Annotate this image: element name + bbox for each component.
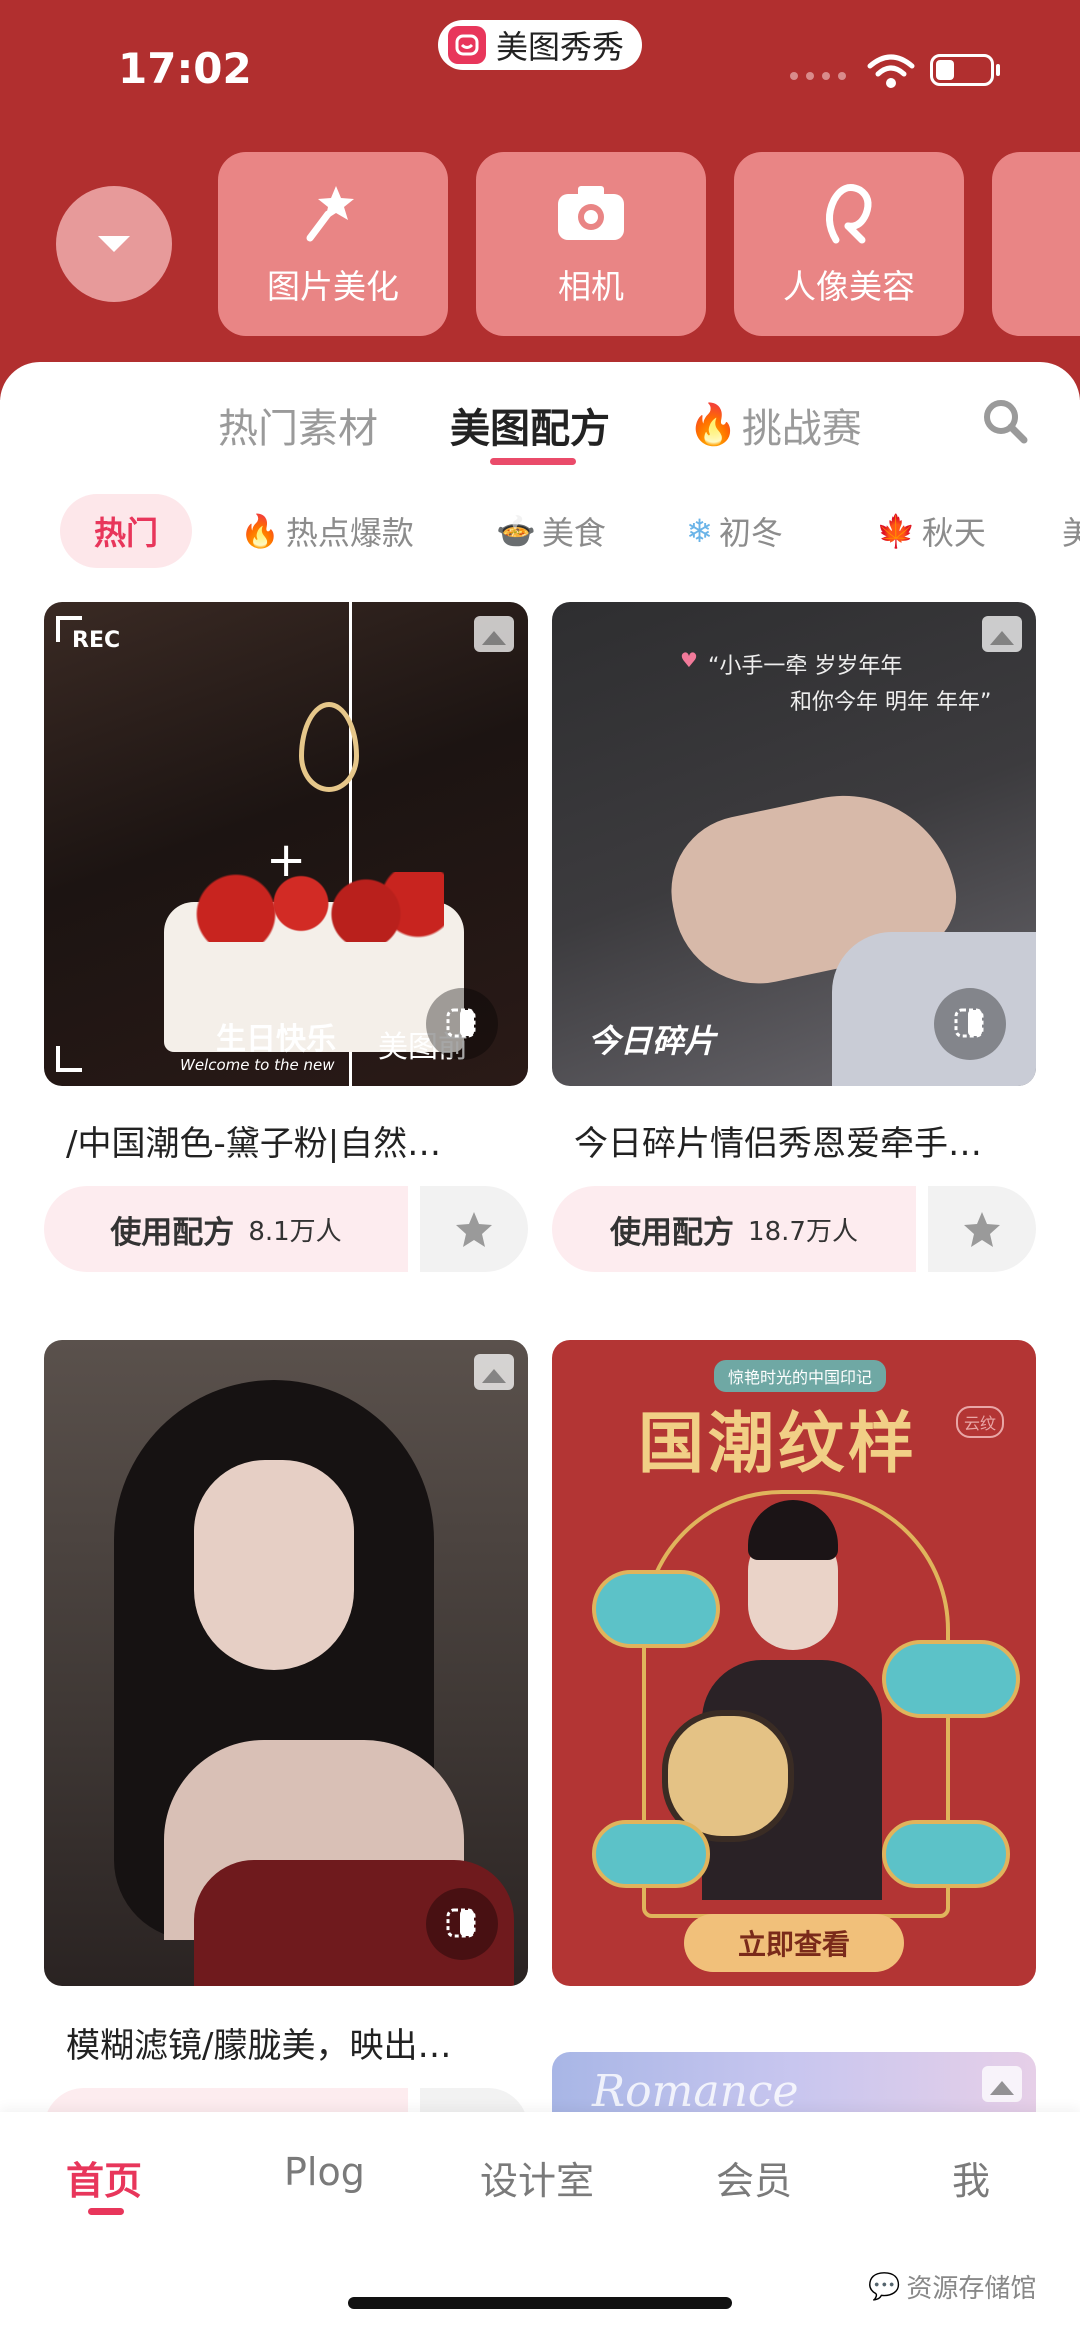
sweater-shape: [832, 932, 1036, 1086]
content-tabs: 热门素材 美图配方 🔥 挑战赛: [0, 396, 1080, 456]
chip-hot[interactable]: 热门: [60, 494, 193, 568]
star-icon: [964, 1212, 1000, 1247]
usage-count: 8.1万人: [248, 1216, 342, 1247]
card-image-birthday[interactable]: + REC 生日快乐 Welcome to the new 美图前: [44, 602, 528, 1086]
cloud-icon: [592, 1820, 710, 1888]
compare-icon[interactable]: [426, 988, 498, 1060]
fire-icon: 🔥: [688, 402, 738, 448]
quick-action-beautify[interactable]: 图片美化: [218, 152, 448, 336]
bowl-icon: 🍲: [496, 512, 536, 550]
frame-corner: [56, 1046, 82, 1072]
compare-icon[interactable]: [934, 988, 1006, 1060]
image-icon: [982, 2066, 1022, 2102]
nav-active-indicator: [88, 2208, 124, 2215]
camera-icon: [476, 180, 706, 246]
plus-icon: +: [266, 832, 307, 888]
fire-icon: 🔥: [240, 512, 280, 550]
portrait-icon: [734, 180, 964, 246]
use-recipe-label: 使用配方: [110, 1214, 235, 1251]
quick-action-more[interactable]: [992, 152, 1080, 336]
use-recipe-label: 使用配方: [610, 1214, 735, 1251]
favorite-button[interactable]: [928, 1186, 1036, 1272]
romance-script: Romance: [592, 2066, 799, 2117]
chip-label: 美食: [541, 514, 606, 552]
image-icon: [474, 1354, 514, 1390]
ad-view-button[interactable]: 立即查看: [684, 1914, 904, 1972]
nav-plog[interactable]: Plog: [284, 2150, 365, 2194]
chip-autumn[interactable]: 🍁 秋天: [876, 494, 986, 568]
use-recipe-button[interactable]: 使用配方 8.1万人: [44, 1186, 408, 1272]
watermark: 💬 资源存储馆: [868, 2268, 1036, 2305]
ad-headline: 国潮纹样: [638, 1404, 918, 1482]
quick-action-camera[interactable]: 相机: [476, 152, 706, 336]
use-recipe-button[interactable]: 使用配方 18.7万人: [552, 1186, 916, 1272]
tab-challenge-label: 挑战赛: [741, 406, 862, 452]
expand-menu-button[interactable]: [56, 186, 172, 302]
tab-challenge[interactable]: 🔥 挑战赛: [688, 396, 862, 454]
status-time: 17:02: [118, 44, 252, 93]
overlay-quote-1: “小手一牵 岁岁年年: [708, 654, 903, 679]
nav-vip[interactable]: 会员: [716, 2150, 792, 2205]
card-title[interactable]: 模糊滤镜/朦胧美，映出…: [66, 2018, 506, 2067]
quick-action-label: 人像美容: [783, 267, 915, 306]
card-title[interactable]: /中国潮色-黛子粉|自然…: [66, 1116, 506, 1165]
app-switch-pill[interactable]: 美图秀秀: [438, 20, 643, 70]
overlay-subcaption: Welcome to the new: [180, 1056, 335, 1074]
nav-me[interactable]: 我: [952, 2150, 990, 2205]
meitu-logo-icon: [448, 26, 486, 64]
heart-icon: ♥: [680, 648, 698, 672]
chip-label: 热点爆款: [285, 514, 414, 552]
strawberries: [184, 872, 444, 942]
overlay-caption: 今日碎片: [588, 1022, 717, 1060]
wifi-icon: [866, 52, 916, 94]
app-name: 美图秀秀: [496, 28, 625, 66]
signal-icon: [790, 72, 846, 80]
favorite-button[interactable]: [420, 1186, 528, 1272]
chip-label: 秋天: [921, 514, 986, 552]
card-image-hands[interactable]: “小手一牵 岁岁年年 和你今年 明年 年年” ♥ 今日碎片: [552, 602, 1036, 1086]
star-icon: [456, 1212, 492, 1247]
maple-leaf-icon: 🍁: [876, 512, 916, 550]
home-indicator[interactable]: [348, 2297, 732, 2309]
frame-corner: [56, 616, 82, 642]
cloud-icon: [882, 1640, 1020, 1718]
card-ad-guochao[interactable]: 惊艳时光的中国印记 国潮纹样 云纹 立即查看: [552, 1340, 1036, 1986]
overlay-quote-2: 和你今年 明年 年年”: [790, 690, 992, 715]
chip-food[interactable]: 🍲 美食: [496, 494, 606, 568]
chip-early-winter[interactable]: ❄ 初冬: [686, 494, 783, 568]
quick-action-portrait[interactable]: 人像美容: [734, 152, 964, 336]
image-icon: [474, 616, 514, 652]
quick-action-label: 图片美化: [267, 267, 399, 306]
compare-icon[interactable]: [426, 1888, 498, 1960]
active-tab-indicator: [490, 458, 576, 465]
card-title[interactable]: 今日碎片情侣秀恩爱牵手…: [574, 1116, 1014, 1165]
magic-wand-icon: [218, 180, 448, 246]
chip-more[interactable]: 美: [1062, 494, 1080, 568]
face-shape: [194, 1460, 354, 1670]
quick-action-label: 相机: [558, 267, 624, 306]
tab-hot-materials[interactable]: 热门素材: [218, 396, 378, 454]
ad-top-ribbon: 惊艳时光的中国印记: [714, 1360, 887, 1392]
chip-trending[interactable]: 🔥 热点爆款: [240, 494, 414, 568]
battery-icon: [930, 54, 994, 86]
nav-design-room[interactable]: 设计室: [480, 2150, 594, 2205]
battery-tip: [996, 64, 1000, 76]
tab-meitu-recipe[interactable]: 美图配方: [450, 396, 610, 454]
chevron-down-icon: [98, 236, 130, 252]
ad-side-tag: 云纹: [956, 1406, 1005, 1438]
image-icon: [982, 616, 1022, 652]
cloud-icon: [882, 1820, 1010, 1888]
cloud-icon: [592, 1570, 720, 1648]
search-icon[interactable]: [980, 396, 1030, 450]
snowflake-icon: ❄: [686, 512, 713, 550]
watermark-text: 资源存储馆: [906, 2274, 1037, 2304]
nav-home[interactable]: 首页: [66, 2150, 142, 2205]
usage-count: 18.7万人: [748, 1216, 858, 1247]
overlay-caption: 生日快乐: [216, 1022, 336, 1057]
chip-label: 初冬: [718, 514, 783, 552]
card-image-portrait[interactable]: [44, 1340, 528, 1986]
wechat-icon: 💬: [868, 2271, 901, 2302]
